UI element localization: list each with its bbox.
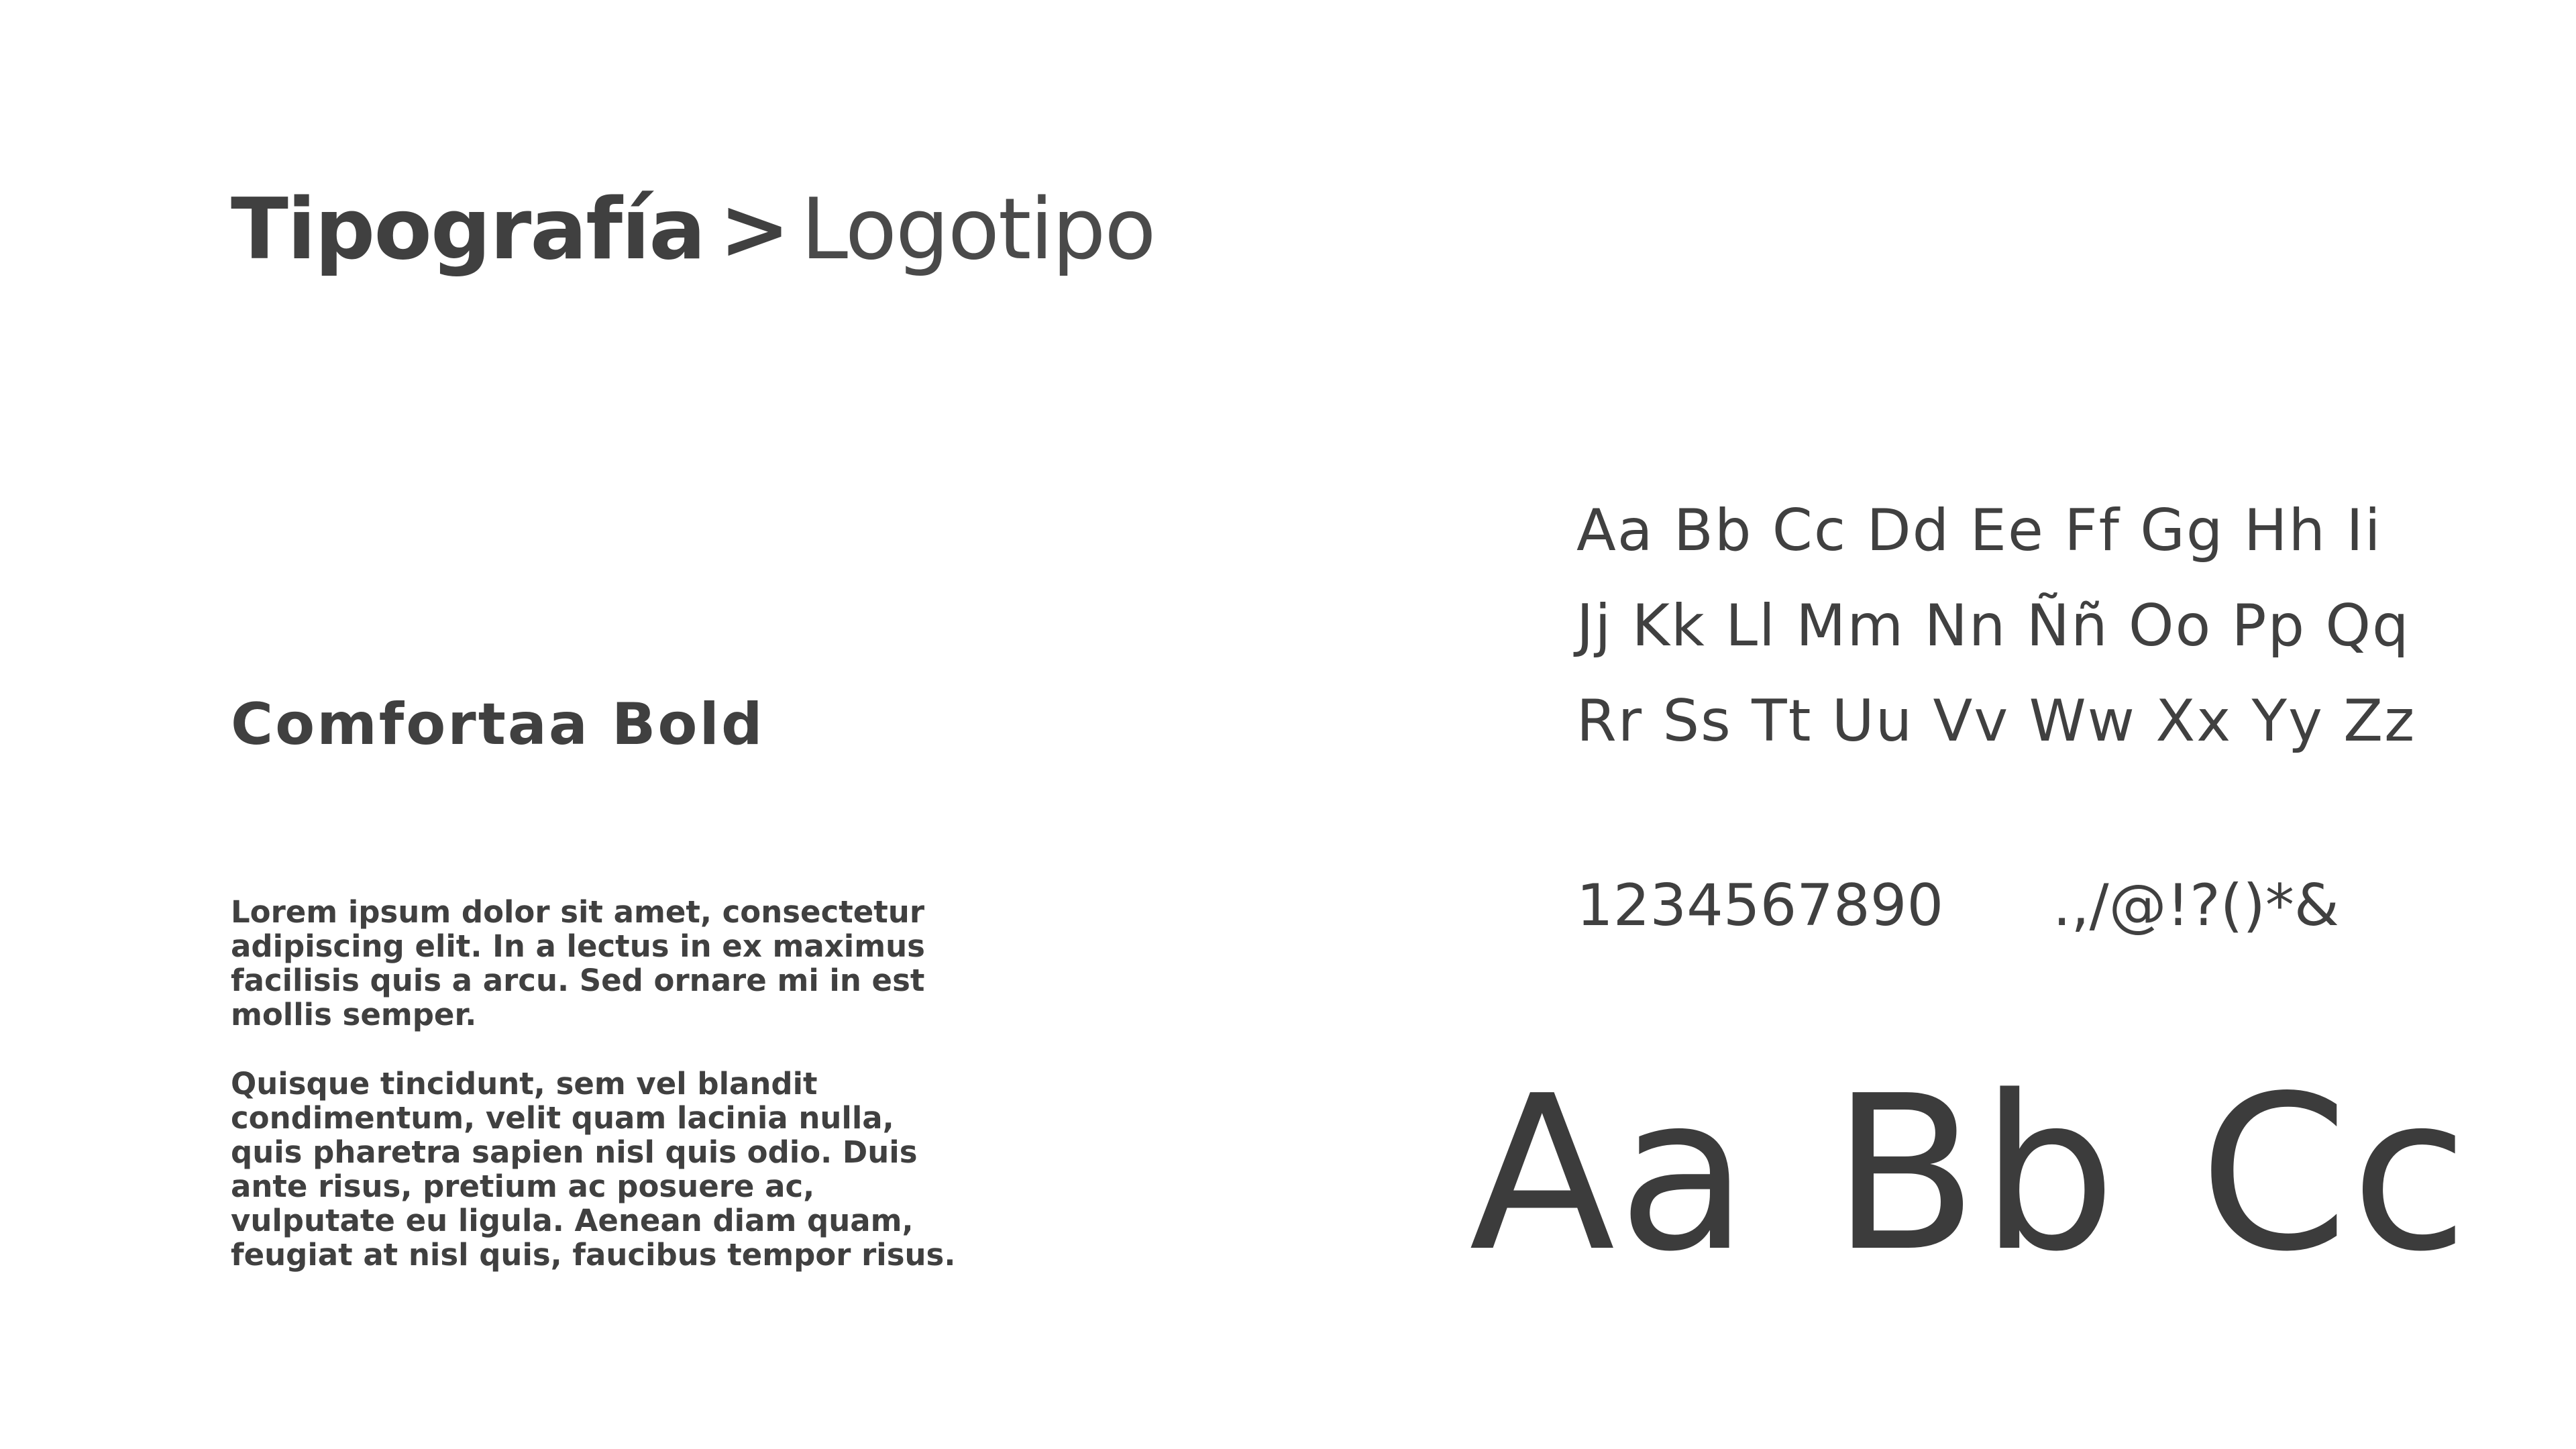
title-section: Tipografía	[231, 180, 706, 278]
alphabet-line-3: Rr Ss Tt Uu Vv Ww Xx Yy Zz	[1576, 688, 2416, 755]
numerals-specimen: 1234567890	[1576, 872, 1944, 939]
alphabet-line-1: Aa Bb Cc Dd Ee Ff Gg Hh Ii	[1576, 497, 2382, 564]
title-separator: >	[719, 180, 790, 278]
description-paragraph-2: Quisque tincidunt, sem vel blandit condi…	[231, 1066, 956, 1273]
page-title: Tipografía > Logotipo	[231, 176, 1157, 283]
large-sample-bb: Bb	[1831, 1050, 2119, 1298]
large-sample-aa: Aa	[1469, 1050, 1752, 1298]
font-name: Comfortaa Bold	[231, 691, 765, 758]
alphabet-line-2: Jj Kk Ll Mm Nn Ññ Oo Pp Qq	[1576, 592, 2410, 659]
description-text: Lorem ipsum dolor sit amet, consectetur …	[231, 895, 975, 1307]
title-subsection: Logotipo	[800, 180, 1157, 278]
description-paragraph-1: Lorem ipsum dolor sit amet, consectetur …	[231, 894, 925, 1032]
symbols-specimen: .,/@!?()*&	[2053, 872, 2339, 939]
large-sample-cc: Cc	[2199, 1050, 2471, 1298]
large-glyph-sample: Aa Bb Cc	[1469, 1046, 2471, 1301]
alphabet-specimen: Aa Bb Cc Dd Ee Ff Gg Hh Ii Jj Kk Ll Mm N…	[1576, 483, 2416, 769]
